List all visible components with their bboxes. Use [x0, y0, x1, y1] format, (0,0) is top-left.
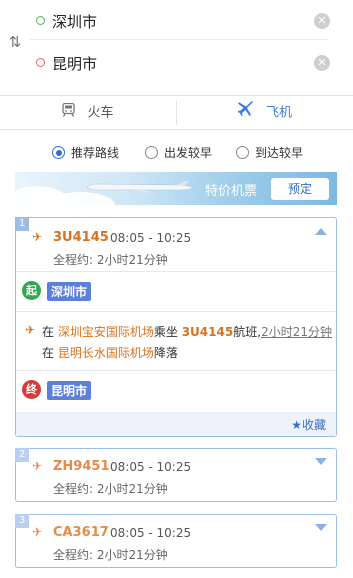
- sort-options: 推荐路线 出发较早 到达较早: [0, 140, 353, 166]
- divider: [16, 271, 336, 272]
- radio-checked-icon: [52, 146, 65, 159]
- banner-text: 特价机票: [205, 184, 258, 199]
- segment-flight-number: 3U4145: [181, 325, 234, 339]
- jet-illustration: [86, 181, 194, 193]
- departure-airport[interactable]: 深圳宝安国际机场: [58, 325, 154, 339]
- flight-duration: 全程约: 2小时21分钟: [53, 253, 168, 267]
- flight-index: 2: [15, 448, 29, 462]
- discount-ticket-banner[interactable]: 特价机票 预定: [15, 172, 337, 205]
- flight-index: 1: [15, 217, 29, 231]
- sort-earliest-arrival-label: 到达较早: [255, 146, 304, 160]
- destination-text[interactable]: 昆明市: [52, 53, 97, 74]
- airplane-icon: ✈: [32, 525, 43, 539]
- sort-recommended-label: 推荐路线: [71, 146, 120, 160]
- origin-field[interactable]: 深圳市 ✕: [30, 2, 330, 40]
- airplane-icon: ✈: [32, 230, 43, 244]
- start-badge: 起: [22, 281, 41, 300]
- train-icon: [62, 96, 76, 130]
- destination-dot-icon: [36, 58, 45, 67]
- flight-index: 3: [15, 514, 29, 528]
- segment-line2-prefix: 在: [42, 346, 55, 360]
- segment-suffix: 航班,: [233, 325, 262, 339]
- airplane-icon: ✈: [32, 459, 43, 473]
- destination-field[interactable]: 昆明市 ✕: [30, 44, 330, 82]
- segment-duration: 2小时21分钟: [261, 325, 332, 339]
- flight-duration: 全程约: 2小时21分钟: [53, 482, 168, 496]
- transport-tabs: 火车 飞机: [0, 96, 353, 130]
- book-button[interactable]: 预定: [271, 178, 329, 200]
- route-panel: ⇅ 深圳市 ✕ 昆明市 ✕: [0, 0, 353, 96]
- segment-line-1: 在 深圳宝安国际机场乘坐 3U4145航班,: [42, 323, 261, 340]
- expand-arrow-icon[interactable]: [315, 458, 327, 465]
- divider: [16, 370, 336, 371]
- flight-duration: 全程约: 2小时21分钟: [53, 548, 168, 562]
- sort-earliest-arrival-radio[interactable]: 到达较早: [236, 144, 303, 161]
- tab-plane[interactable]: 飞机: [177, 96, 353, 130]
- favorite-button[interactable]: ★收藏: [291, 416, 326, 433]
- collapse-arrow-icon[interactable]: [315, 228, 327, 235]
- clear-destination-icon[interactable]: ✕: [314, 55, 330, 71]
- flight-number: CA3617: [53, 525, 109, 540]
- origin-dot-icon: [36, 16, 45, 25]
- airplane-icon: [236, 96, 254, 130]
- radio-unchecked-icon: [145, 146, 158, 159]
- tab-train-label: 火车: [87, 105, 114, 121]
- segment-line-2: 在 昆明长水国际机场降落: [42, 344, 178, 361]
- end-badge: 终: [22, 380, 41, 399]
- flight-time: 08:05 - 10:25: [110, 460, 192, 474]
- sort-earliest-departure-label: 出发较早: [164, 146, 213, 160]
- flight-number: 3U4145: [53, 230, 109, 245]
- flight-time: 08:05 - 10:25: [110, 231, 192, 245]
- sort-earliest-departure-radio[interactable]: 出发较早: [145, 144, 212, 161]
- divider: [16, 311, 336, 312]
- tab-plane-label: 飞机: [265, 105, 292, 121]
- favorite-bar: ★收藏: [16, 412, 336, 436]
- flight-time: 08:05 - 10:25: [110, 526, 192, 540]
- sort-recommended-radio[interactable]: 推荐路线: [52, 144, 119, 161]
- favorite-label: 收藏: [301, 418, 326, 432]
- clear-origin-icon[interactable]: ✕: [314, 13, 330, 29]
- flight-card[interactable]: 3 ✈ CA3617 08:05 - 10:25 全程约: 2小时21分钟: [15, 514, 337, 568]
- flight-card[interactable]: 2 ✈ ZH9451 08:05 - 10:25 全程约: 2小时21分钟: [15, 448, 337, 502]
- airplane-icon: ✈: [25, 323, 36, 337]
- origin-text[interactable]: 深圳市: [52, 11, 97, 32]
- segment-land: 降落: [153, 346, 178, 360]
- radio-unchecked-icon: [236, 146, 249, 159]
- tab-train[interactable]: 火车: [0, 96, 176, 130]
- segment-take: 乘坐: [153, 325, 178, 339]
- swap-icon[interactable]: ⇅: [6, 33, 24, 51]
- end-city-tag: 昆明市: [47, 381, 92, 400]
- flight-number: ZH9451: [53, 459, 110, 474]
- arrival-airport[interactable]: 昆明长水国际机场: [58, 346, 154, 360]
- star-icon: ★: [291, 418, 302, 432]
- flight-card[interactable]: 1 ✈ 3U4145 08:05 - 10:25 全程约: 2小时21分钟 起 …: [15, 217, 337, 437]
- segment-prefix: 在: [42, 325, 55, 339]
- start-city-tag: 深圳市: [47, 282, 92, 301]
- expand-arrow-icon[interactable]: [315, 524, 327, 531]
